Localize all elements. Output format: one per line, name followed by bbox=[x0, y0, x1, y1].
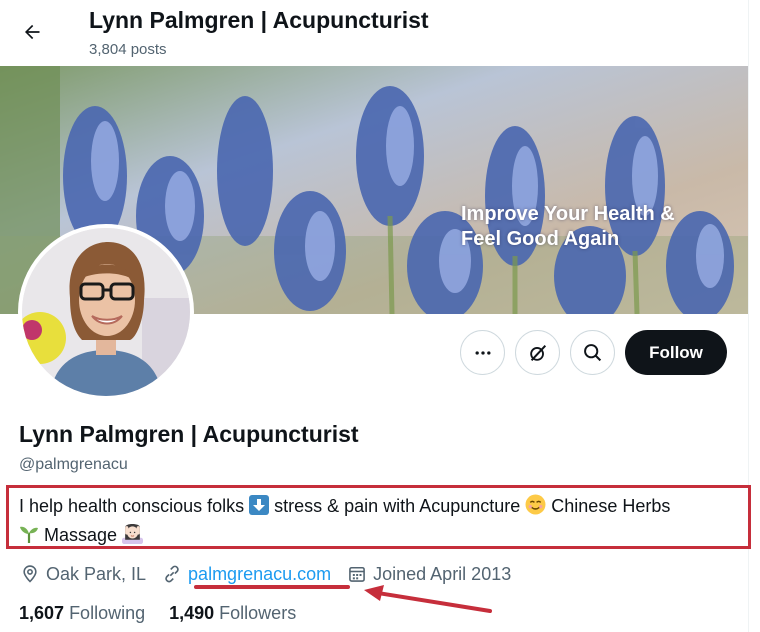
followers-count: 1,490 bbox=[169, 603, 215, 623]
join-date: Joined April 2013 bbox=[347, 564, 511, 585]
location-text: Oak Park, IL bbox=[46, 563, 147, 584]
following-count: 1,607 bbox=[19, 603, 65, 623]
person-massage-emoji-icon bbox=[122, 523, 144, 551]
profile-bio: I help health conscious folks stress & p… bbox=[19, 493, 739, 551]
location-pin-icon bbox=[23, 565, 37, 583]
down-arrow-emoji-icon bbox=[249, 495, 270, 522]
profile-header: Lynn Palmgren | Acupuncturist 3,804 post… bbox=[0, 0, 748, 66]
user-handle: @palmgrenacu bbox=[19, 456, 128, 473]
website: palmgrenacu.com bbox=[162, 564, 331, 585]
website-link[interactable]: palmgrenacu.com bbox=[188, 564, 331, 585]
profile-meta: Oak Park, IL palmgrenacu.com Joined Apri… bbox=[20, 562, 527, 586]
avatar-photo bbox=[22, 228, 190, 396]
followers-label: Followers bbox=[219, 603, 297, 623]
banner-headline: Improve Your Health & Feel Good Again bbox=[461, 202, 675, 252]
calendar-icon bbox=[349, 566, 365, 582]
post-count: 3,804 posts bbox=[89, 41, 167, 58]
more-button[interactable] bbox=[460, 330, 505, 375]
grok-button[interactable] bbox=[515, 330, 560, 375]
search-icon bbox=[584, 344, 602, 362]
back-button[interactable] bbox=[14, 14, 50, 50]
bio-text-1: I help health conscious folks bbox=[19, 496, 250, 516]
location: Oak Park, IL bbox=[20, 564, 146, 585]
following-link[interactable]: 1,607 Following bbox=[19, 603, 145, 624]
bio-text-4: Massage bbox=[39, 525, 123, 545]
display-name: Lynn Palmgren | Acupuncturist bbox=[19, 421, 359, 447]
smiling-face-emoji-icon bbox=[525, 494, 546, 522]
arrow-left-icon bbox=[25, 24, 40, 40]
banner-headline-line2: Feel Good Again bbox=[461, 228, 620, 250]
avatar[interactable] bbox=[18, 224, 194, 400]
more-dots-icon bbox=[475, 350, 490, 355]
banner-headline-line1: Improve Your Health & bbox=[461, 203, 675, 225]
annotation-arrow-icon bbox=[364, 585, 492, 613]
link-icon bbox=[165, 565, 179, 583]
bio-text-3: Chinese Herbs bbox=[546, 496, 671, 516]
seedling-emoji-icon bbox=[19, 524, 39, 551]
grok-icon bbox=[529, 344, 546, 361]
follow-button[interactable]: Follow bbox=[625, 330, 727, 375]
profile-actions: Follow bbox=[460, 330, 727, 375]
bio-text-2: stress & pain with Acupuncture bbox=[269, 496, 526, 516]
join-date-text: Joined April 2013 bbox=[373, 563, 512, 584]
following-label: Following bbox=[69, 603, 146, 623]
website-underline-annotation bbox=[194, 585, 350, 589]
followers-link[interactable]: 1,490 Followers bbox=[169, 603, 296, 624]
search-button[interactable] bbox=[570, 330, 615, 375]
follow-stats: 1,607 Following 1,490 Followers bbox=[19, 603, 320, 624]
page-title: Lynn Palmgren | Acupuncturist bbox=[89, 7, 429, 33]
